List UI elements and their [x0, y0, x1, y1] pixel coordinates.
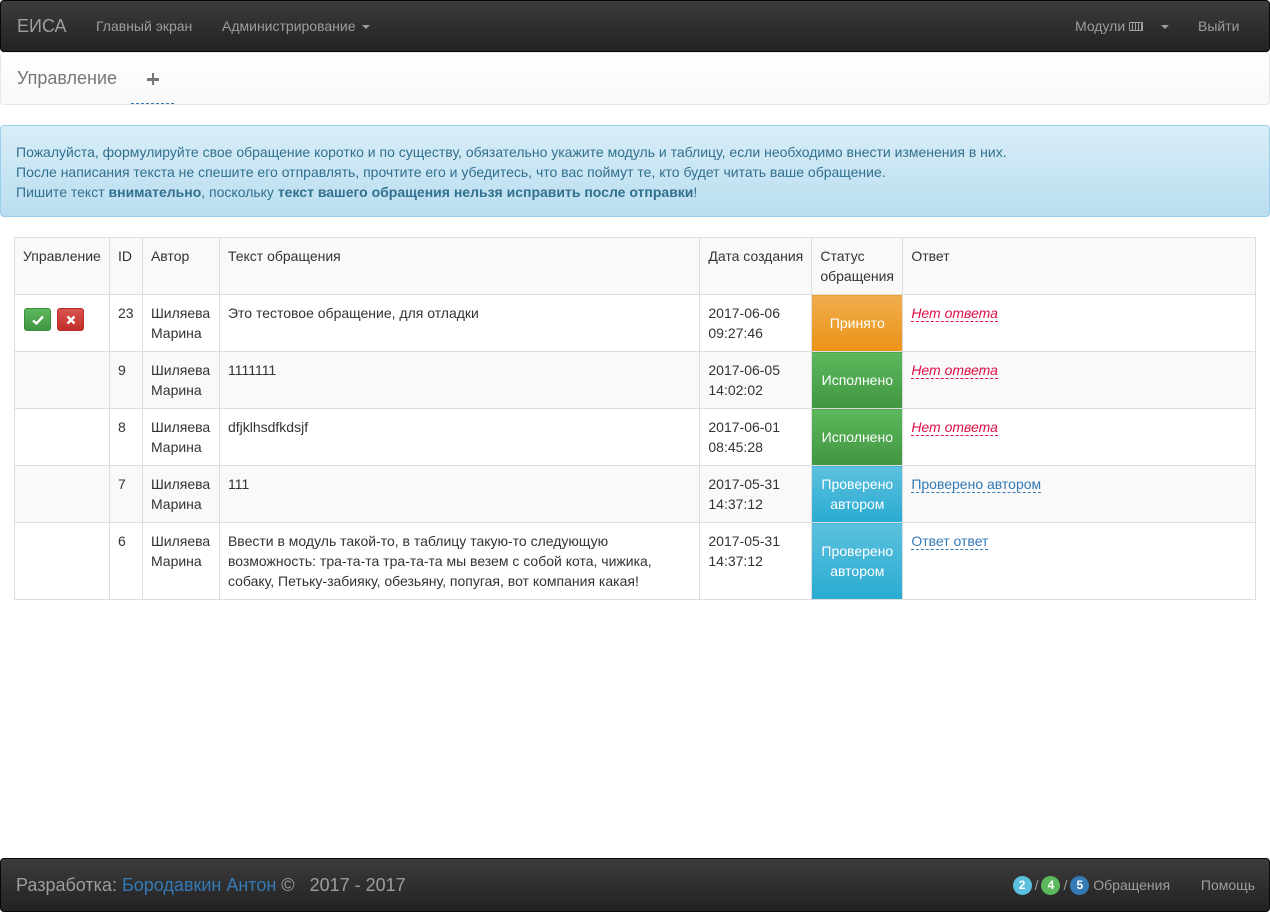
- requests-label: Обращения: [1093, 877, 1171, 893]
- cell-author: Шиляева Марина: [141, 294, 220, 352]
- brand-link[interactable]: ЕИСА: [17, 1, 67, 51]
- status-badge: Исполнено: [811, 351, 904, 409]
- cell-date: 2017-05-31 14:37:12: [699, 522, 813, 600]
- cell-date: 2017-06-05 14:02:02: [699, 351, 813, 409]
- status-badge: Исполнено: [811, 408, 904, 466]
- alert-emphasis: текст вашего обращения нельзя исправить …: [277, 184, 694, 200]
- cell-text: dfjklhsdfkdsjf: [218, 408, 701, 466]
- subnav-title[interactable]: Управление: [17, 53, 117, 104]
- keyboard-icon: [1129, 21, 1144, 31]
- cell-answer: Нет ответа: [902, 408, 1256, 466]
- table-header-row: Управление ID Автор Текст обращения Дата…: [14, 237, 1256, 295]
- help-link[interactable]: Помощь: [1201, 877, 1255, 893]
- cell-id: 9: [108, 351, 143, 409]
- cell-answer: Нет ответа: [902, 351, 1256, 409]
- nav-admin-label: Администрирование: [222, 18, 356, 34]
- chevron-down-icon: [1161, 25, 1170, 30]
- cell-date: 2017-05-31 14:37:12: [699, 465, 813, 523]
- row-controls: [14, 465, 110, 523]
- row-controls: [14, 351, 110, 409]
- table-row: 8 Шиляева Марина dfjklhsdfkdsjf 2017-06-…: [14, 408, 1256, 466]
- row-controls: [14, 408, 110, 466]
- cell-author: Шиляева Марина: [141, 408, 220, 466]
- cell-answer: Проверено автором: [902, 465, 1256, 523]
- check-icon: [32, 315, 44, 326]
- cell-text: Это тестовое обращение, для отладки: [218, 294, 701, 352]
- alert-line-2: После написания текста не спешите его от…: [16, 164, 886, 180]
- row-controls: [14, 522, 110, 600]
- reject-button[interactable]: [56, 308, 84, 331]
- cell-date: 2017-06-06 09:27:46: [699, 294, 813, 352]
- table-row: 23 Шиляева Марина Это тестовое обращение…: [14, 294, 1256, 352]
- nav-logout[interactable]: Выйти: [1198, 1, 1239, 51]
- separator: /: [1034, 877, 1039, 893]
- answer-link[interactable]: Нет ответа: [911, 362, 998, 379]
- table-row: 7 Шиляева Марина 111 2017-05-31 14:37:12…: [14, 465, 1256, 523]
- requests-link[interactable]: 2/4/5 Обращения: [1012, 875, 1174, 895]
- table-row: 9 Шиляева Марина 1111111 2017-06-05 14:0…: [14, 351, 1256, 409]
- count-badge-done: 4: [1041, 875, 1061, 895]
- footer-dev-label: Разработка:: [16, 875, 122, 895]
- cell-id: 8: [108, 408, 143, 466]
- column-header: ID: [108, 237, 143, 295]
- alert-text: !: [693, 184, 698, 200]
- answer-link[interactable]: Ответ ответ: [911, 533, 989, 550]
- column-header: Статус обращения: [811, 237, 904, 295]
- cell-text: 1111111: [218, 351, 701, 409]
- table-row: 6 Шиляева Марина Ввести в модуль такой-т…: [14, 522, 1256, 600]
- answer-link[interactable]: Нет ответа: [911, 305, 998, 322]
- column-header: Управление: [14, 237, 110, 295]
- top-navbar: ЕИСА Главный экран Администрирование Мод…: [0, 0, 1270, 52]
- cell-answer: Нет ответа: [902, 294, 1256, 352]
- cell-author: Шиляева Марина: [141, 351, 220, 409]
- column-header: Дата создания: [699, 237, 813, 295]
- cell-date: 2017-06-01 08:45:28: [699, 408, 813, 466]
- alert-emphasis: внимательно: [108, 184, 202, 200]
- status-badge: Проверено автором: [811, 522, 904, 600]
- cell-id: 23: [108, 294, 143, 352]
- nav-admin-dropdown[interactable]: Администрирование: [222, 1, 370, 51]
- cell-answer: Ответ ответ: [902, 522, 1256, 600]
- sub-navbar: Управление: [0, 52, 1270, 105]
- status-badge: Принято: [811, 294, 904, 352]
- nav-modules-dropdown[interactable]: Модули: [1075, 1, 1170, 51]
- separator: /: [1063, 877, 1068, 893]
- cell-id: 7: [108, 465, 143, 523]
- add-request-button[interactable]: [131, 53, 174, 104]
- row-controls: [14, 294, 110, 352]
- count-badge-total: 5: [1070, 875, 1090, 895]
- count-badge-new: 2: [1012, 875, 1032, 895]
- footer-author-link[interactable]: Бородавкин Антон: [122, 875, 276, 895]
- column-header: Ответ: [902, 237, 1256, 295]
- cell-author: Шиляева Марина: [141, 465, 220, 523]
- answer-link[interactable]: Нет ответа: [911, 419, 998, 436]
- cell-author: Шиляева Марина: [141, 522, 220, 600]
- nav-modules-label: Модули: [1075, 18, 1126, 34]
- alert-text: , поскольку: [201, 184, 278, 200]
- alert-text: Пишите текст: [16, 184, 109, 200]
- plus-icon: [146, 73, 159, 85]
- column-header: Автор: [141, 237, 220, 295]
- accept-button[interactable]: [24, 308, 51, 331]
- info-alert: Пожалуйста, формулируйте свое обращение …: [0, 125, 1270, 217]
- chevron-down-icon: [361, 25, 370, 30]
- nav-home[interactable]: Главный экран: [96, 1, 192, 51]
- footer-right: 2/4/5 Обращения Помощь: [1012, 859, 1255, 911]
- footer-copyright: © 2017 - 2017: [276, 875, 406, 895]
- cell-text: Ввести в модуль такой-то, в таблицу таку…: [218, 522, 701, 600]
- footer-bar: Разработка: Бородавкин Антон © 2017 - 20…: [0, 858, 1270, 912]
- status-badge: Проверено автором: [811, 465, 904, 523]
- close-icon: [66, 315, 76, 325]
- requests-table: Управление ID Автор Текст обращения Дата…: [14, 237, 1256, 600]
- answer-link[interactable]: Проверено автором: [911, 476, 1042, 493]
- alert-line-1: Пожалуйста, формулируйте свое обращение …: [16, 144, 1007, 160]
- cell-text: 111: [218, 465, 701, 523]
- column-header: Текст обращения: [218, 237, 701, 295]
- alert-line-3: Пишите текст внимательно, поскольку текс…: [16, 182, 1254, 202]
- cell-id: 6: [108, 522, 143, 600]
- footer-credits: Разработка: Бородавкин Антон © 2017 - 20…: [16, 859, 406, 911]
